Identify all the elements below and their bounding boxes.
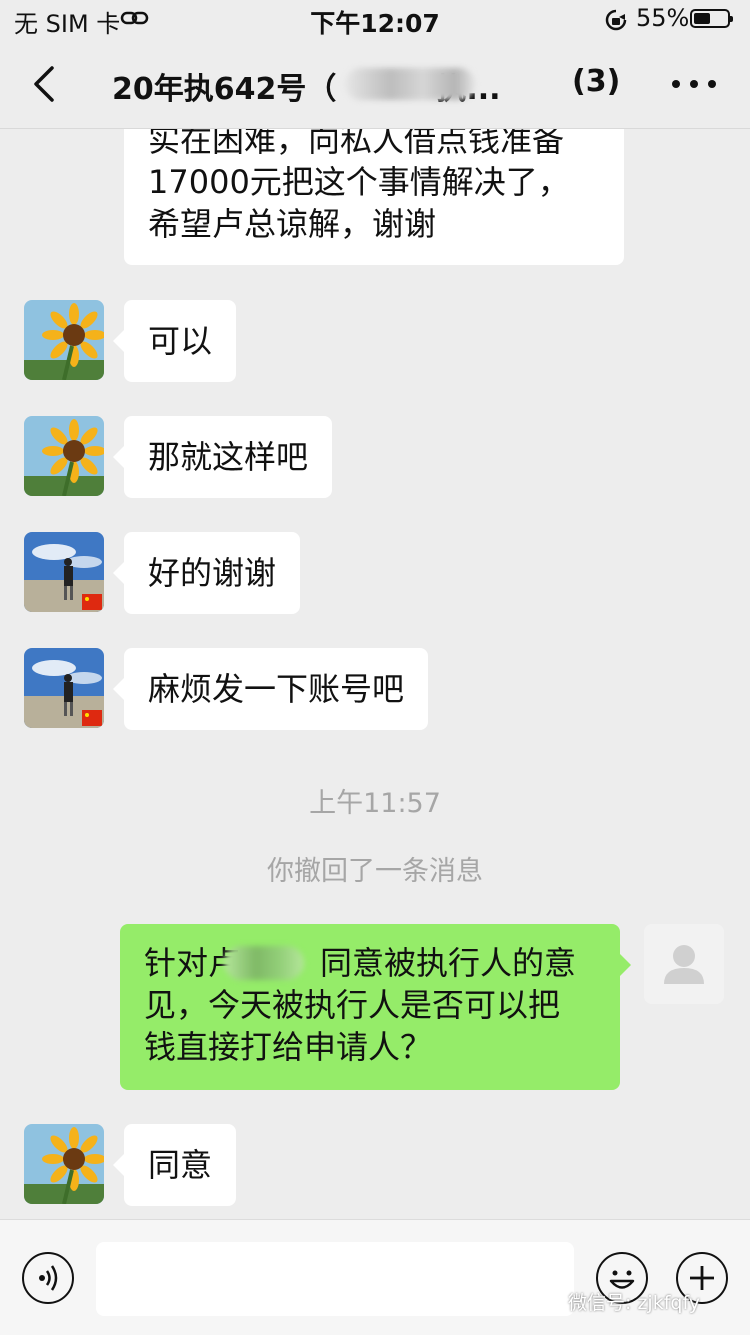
message-bubble[interactable]: 好的谢谢 bbox=[112, 532, 301, 614]
message-bubble[interactable]: 可以 bbox=[112, 300, 237, 382]
message-input[interactable] bbox=[96, 1242, 574, 1316]
redacted-text bbox=[224, 946, 304, 980]
message-bubble[interactable]: 麻烦发一下账号吧 bbox=[112, 648, 429, 730]
sunflower-avatar[interactable] bbox=[24, 300, 104, 380]
message-bubble-self[interactable]: 针对卢 同意被执行人的意 见，今天被执行人是否可以把 钱直接打给申请人？ bbox=[120, 924, 631, 1090]
member-count: (3) bbox=[572, 64, 621, 99]
timestamp: 上午11:57 bbox=[309, 788, 441, 819]
person-avatar[interactable] bbox=[24, 648, 104, 728]
message-bubble[interactable]: 同意 bbox=[112, 1124, 237, 1206]
voice-icon[interactable] bbox=[22, 1252, 74, 1304]
battery-icon bbox=[690, 9, 733, 28]
watermark: 微信号: zjkfqfy bbox=[568, 1292, 701, 1314]
message-list[interactable]: 实在困难，向私人借点钱准备 17000元把这个事情解决了， 希望卢总谅解，谢谢 … bbox=[0, 129, 750, 1218]
input-bar bbox=[0, 1219, 750, 1335]
back-arrow-icon[interactable] bbox=[28, 62, 68, 106]
chat-header: 20年执642号（执... (3) bbox=[0, 40, 750, 129]
message-bubble[interactable]: 那就这样吧 bbox=[112, 416, 333, 498]
battery-percent: 55% bbox=[636, 4, 690, 32]
rotation-lock-icon bbox=[605, 9, 627, 31]
default-avatar[interactable] bbox=[644, 924, 724, 1004]
more-icon[interactable] bbox=[672, 80, 716, 90]
message-bubble[interactable]: 实在困难，向私人借点钱准备 17000元把这个事情解决了， 希望卢总谅解，谢谢 bbox=[124, 129, 624, 265]
sunflower-avatar[interactable] bbox=[24, 416, 104, 496]
recall-notice: 你撤回了一条消息 bbox=[267, 856, 483, 887]
status-bar: 无 SIM 卡 下午12:07 55% bbox=[0, 0, 750, 40]
person-avatar[interactable] bbox=[24, 532, 104, 612]
sunflower-avatar[interactable] bbox=[24, 1124, 104, 1204]
redacted-name bbox=[345, 68, 475, 100]
